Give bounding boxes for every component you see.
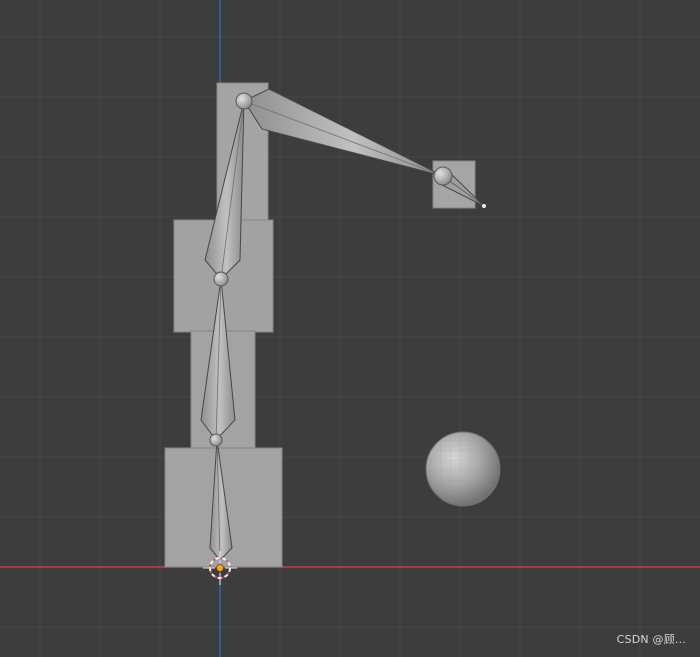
joint-upper[interactable] bbox=[213, 271, 229, 287]
watermark-text: CSDN @顾... bbox=[616, 633, 686, 646]
grid-lines bbox=[0, 0, 700, 657]
joint-middle[interactable] bbox=[209, 433, 223, 447]
joint-top[interactable] bbox=[235, 92, 253, 110]
sphere[interactable] bbox=[425, 431, 501, 507]
origin-dot bbox=[216, 564, 224, 572]
joint-end[interactable] bbox=[433, 166, 453, 186]
viewport-canvas[interactable] bbox=[0, 0, 700, 657]
3d-viewport[interactable]: CSDN @顾... bbox=[0, 0, 700, 657]
joint-tip[interactable] bbox=[481, 203, 487, 209]
bone-4-edge bbox=[243, 100, 444, 177]
bone-4[interactable] bbox=[243, 88, 444, 177]
